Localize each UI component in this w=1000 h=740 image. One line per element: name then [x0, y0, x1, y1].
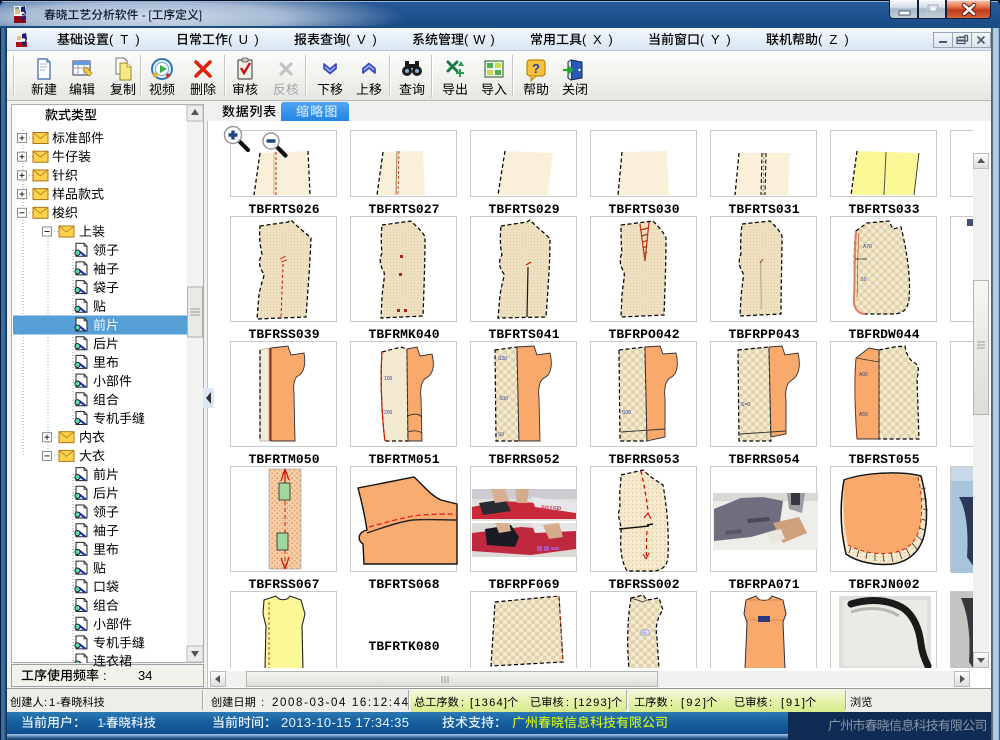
svg-text:A50: A50 [859, 412, 868, 418]
svg-text:200: 200 [384, 410, 393, 416]
svg-text:?: ? [532, 61, 540, 76]
svg-text:S00: S00 [622, 410, 631, 416]
svg-text:50: 50 [861, 277, 867, 283]
svg-text:100: 100 [384, 376, 393, 382]
svg-text:S0: S0 [642, 630, 648, 635]
svg-text:S20: S20 [498, 356, 507, 362]
svg-text:A00: A00 [859, 372, 868, 378]
svg-text:6015P: 6015P [541, 505, 562, 513]
svg-text:S00: S00 [499, 396, 508, 402]
svg-text:A70: A70 [863, 244, 872, 250]
svg-text:S=0: S=0 [741, 402, 750, 408]
svg-text:S0: S0 [498, 432, 504, 438]
